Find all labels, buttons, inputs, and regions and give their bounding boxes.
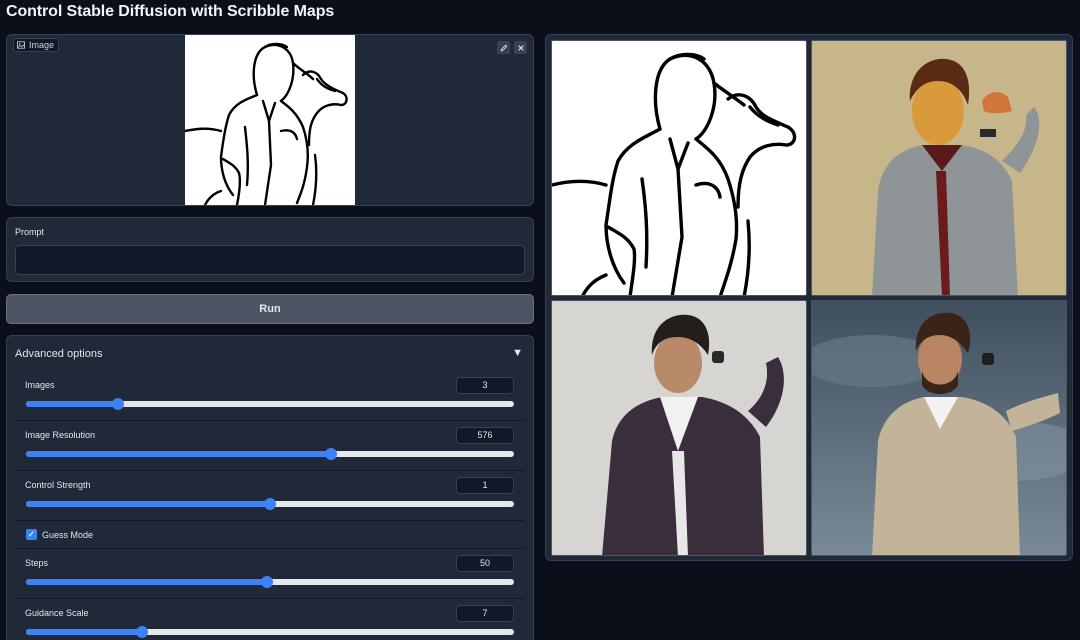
images-slider-thumb[interactable] (111, 398, 124, 410)
image-resolution-control: Image Resolution 576 (16, 421, 524, 471)
image-label-badge: Image (13, 38, 60, 52)
guidance-scale-label: Guidance Scale (25, 608, 89, 618)
control-strength-control: Control Strength 1 (16, 471, 524, 521)
prompt-input[interactable] (15, 245, 525, 275)
advanced-options-title[interactable]: Advanced options (15, 348, 102, 360)
steps-slider-fill (26, 579, 268, 585)
steps-number-input[interactable]: 50 (456, 555, 514, 572)
images-control: Images 3 (16, 371, 524, 421)
guess-mode-control[interactable]: ✓ Guess Mode (16, 521, 524, 549)
image-resolution-slider[interactable] (26, 448, 514, 460)
control-strength-slider[interactable] (26, 498, 514, 510)
guess-mode-label[interactable]: Guess Mode (42, 530, 93, 540)
gallery-image-1[interactable] (811, 40, 1067, 296)
page-title: Control Stable Diffusion with Scribble M… (6, 3, 335, 20)
run-button[interactable]: Run (6, 294, 534, 324)
scribble-image (183, 35, 355, 205)
guidance-scale-control: Guidance Scale 7 (16, 599, 524, 640)
image-label: Image (29, 40, 55, 50)
pencil-icon[interactable] (497, 41, 510, 54)
triangle-down-icon[interactable]: ▼ (512, 347, 523, 359)
advanced-options-body: Images 3 Image Resolution 576 Control St… (16, 371, 524, 640)
images-slider[interactable] (26, 398, 514, 410)
image-resolution-label: Image Resolution (25, 430, 96, 440)
steps-slider-thumb[interactable] (261, 576, 274, 588)
prompt-panel: Prompt (6, 217, 534, 282)
guidance-scale-slider-thumb[interactable] (135, 626, 148, 638)
close-icon[interactable] (514, 41, 527, 54)
steps-slider[interactable] (26, 576, 514, 588)
guidance-scale-slider-fill (26, 629, 142, 635)
gallery-image-2[interactable] (551, 300, 807, 556)
guess-mode-checkbox[interactable]: ✓ (26, 529, 37, 540)
output-gallery (545, 34, 1073, 561)
image-icon (17, 41, 25, 49)
steps-label: Steps (25, 558, 49, 568)
image-resolution-number-input[interactable]: 576 (456, 427, 514, 444)
prompt-label: Prompt (15, 227, 45, 237)
guidance-scale-number-input[interactable]: 7 (456, 605, 514, 622)
control-strength-slider-thumb[interactable] (264, 498, 276, 510)
steps-control: Steps 50 (16, 549, 524, 599)
advanced-options-panel: Advanced options ▼ Images 3 Image Resolu… (6, 335, 534, 640)
gallery-image-3[interactable] (811, 300, 1067, 556)
image-resolution-slider-thumb[interactable] (325, 448, 337, 460)
image-resolution-slider-fill (26, 451, 331, 457)
control-strength-label: Control Strength (25, 480, 91, 490)
images-slider-fill (26, 401, 118, 407)
guidance-scale-slider[interactable] (26, 626, 514, 638)
control-strength-slider-fill (26, 501, 270, 507)
gallery-image-scribble[interactable] (551, 40, 807, 296)
image-input-panel[interactable]: Image (6, 34, 534, 206)
images-number-input[interactable]: 3 (456, 377, 514, 394)
images-label: Images (25, 380, 55, 390)
control-strength-number-input[interactable]: 1 (456, 477, 514, 494)
